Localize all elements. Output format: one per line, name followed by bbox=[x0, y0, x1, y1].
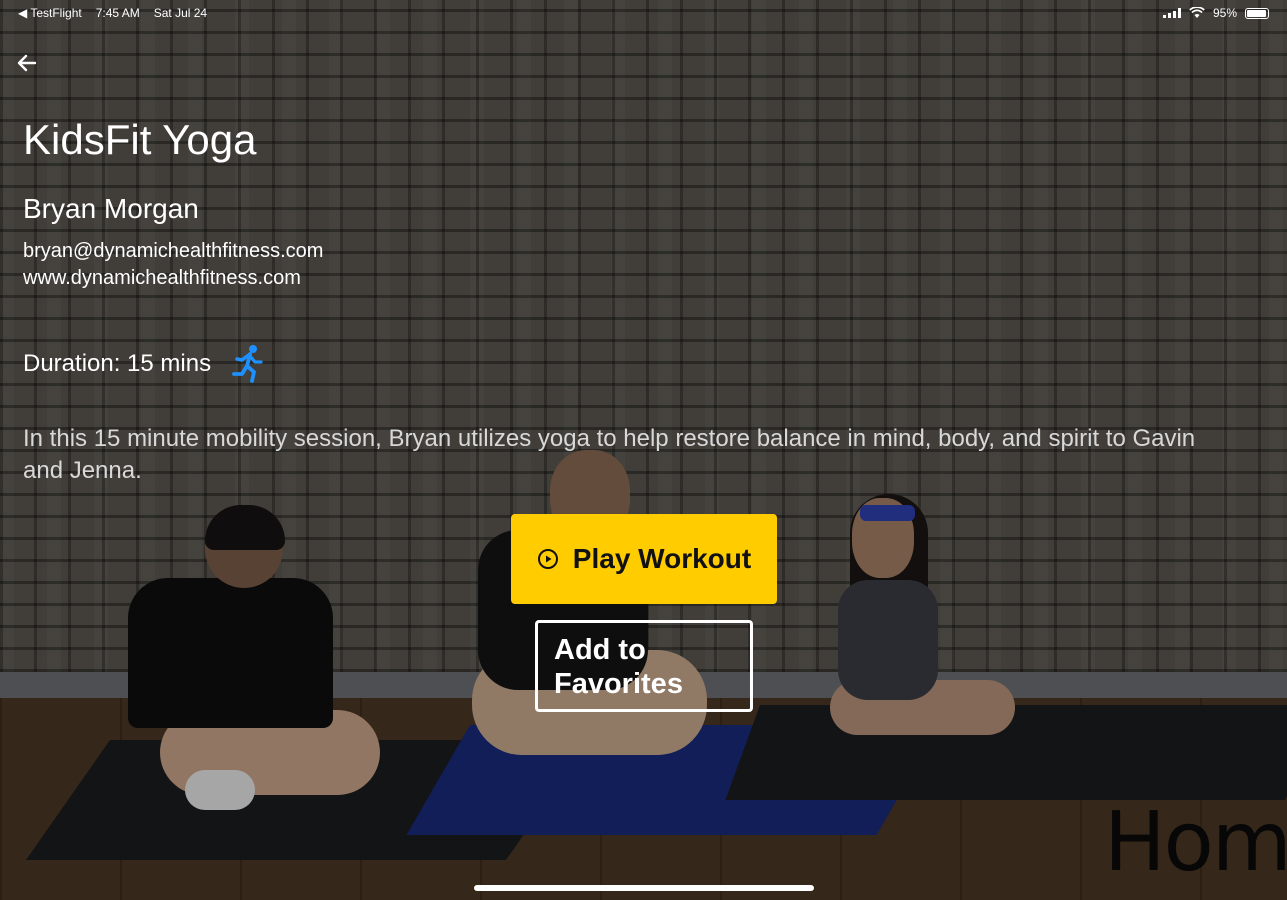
wifi-icon bbox=[1189, 7, 1205, 18]
play-workout-label: Play Workout bbox=[572, 543, 752, 574]
workout-description: In this 15 minute mobility session, Brya… bbox=[23, 425, 1196, 484]
workout-title: KidsFit Yoga bbox=[23, 116, 257, 163]
trainer-website: www.dynamichealthfitness.com bbox=[23, 267, 301, 289]
play-circle-icon bbox=[537, 549, 558, 569]
trainer-name: Bryan Morgan bbox=[23, 193, 199, 224]
status-bar: ◀ TestFlight 7:45 AM Sat Jul 24 95% bbox=[0, 0, 1287, 26]
home-indicator[interactable] bbox=[474, 885, 814, 891]
battery-percent: 95% bbox=[1212, 6, 1237, 20]
cellular-signal-icon bbox=[1162, 8, 1181, 18]
status-carrier[interactable]: ◀ TestFlight bbox=[18, 6, 82, 20]
duration-label: Duration: 15 mins bbox=[23, 350, 212, 377]
status-date: Sat Jul 24 bbox=[153, 6, 208, 20]
trainer-email: bryan@dynamichealthfitness.com bbox=[23, 240, 324, 262]
workout-duration: Duration: 15 mins bbox=[23, 344, 265, 384]
add-to-favorites-button[interactable]: Add to Favorites bbox=[535, 620, 753, 712]
battery-icon bbox=[1245, 7, 1269, 19]
arrow-left-icon bbox=[17, 54, 37, 72]
status-time: 7:45 AM bbox=[95, 6, 140, 20]
running-person-icon bbox=[232, 345, 263, 383]
play-workout-button[interactable]: Play Workout bbox=[511, 514, 777, 604]
back-button[interactable] bbox=[14, 50, 40, 76]
